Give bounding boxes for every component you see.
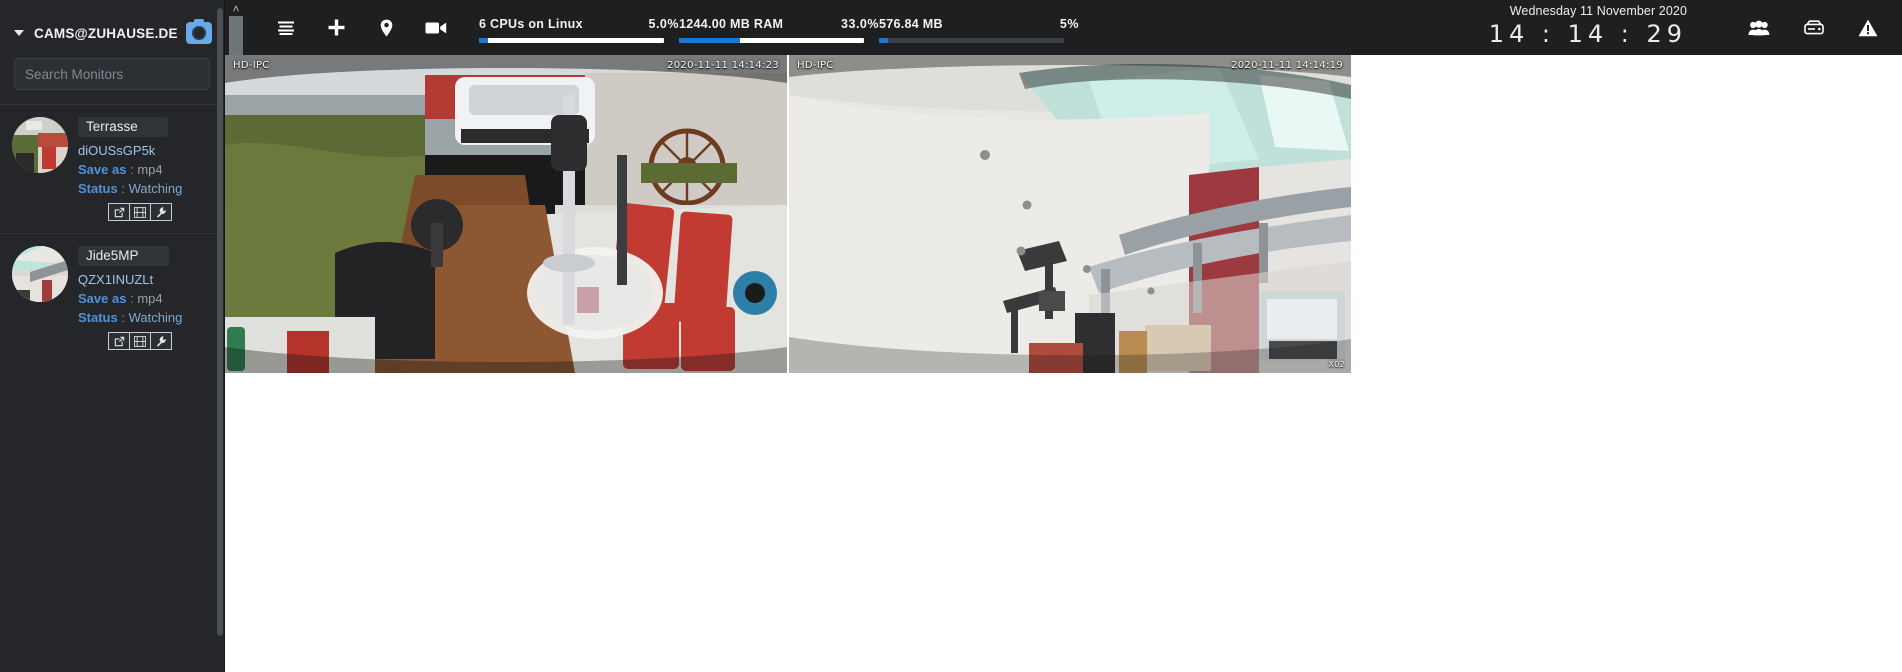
status-separator: : (121, 181, 125, 196)
hamburger-menu-icon[interactable] (261, 5, 311, 51)
hard-drive-icon[interactable] (1804, 20, 1824, 35)
camera-osd-timestamp: 2020-11-11 14:14:23 (667, 60, 779, 71)
camera-grid: HD-IPC 2020-11-11 14:14:23 HD-IPC 2020-1… (225, 55, 1902, 373)
system-stats: 6 CPUs on Linux 5.0% 1244.00 MB RAM 33.0… (479, 5, 1079, 51)
stat-cpu-percent: 5.0% (648, 16, 679, 31)
stat-ram-progress-fill (679, 37, 741, 43)
sidebar-scrollbar-thumb[interactable] (217, 8, 223, 636)
list-item[interactable]: Terrasse diOUSsGP5k Save as : mp4 Status… (0, 104, 224, 233)
film-strip-icon[interactable] (129, 203, 151, 221)
camera-osd-label: HD-IPC (797, 60, 834, 71)
video-camera-icon[interactable] (411, 5, 461, 51)
monitor-actions (78, 203, 214, 221)
stat-cpu-progress (479, 37, 664, 43)
stat-ram-progress (679, 37, 864, 43)
status-separator: : (121, 310, 125, 325)
status-line: Status : Watching (78, 308, 214, 327)
clock-time: 14 : 14 : 29 (1488, 20, 1687, 48)
main-empty-space (225, 373, 1902, 672)
monitor-title: Jide5MP (78, 246, 169, 266)
toolbar-icons (261, 5, 461, 51)
status-badge: Watching (128, 310, 183, 325)
stat-storage-label: 576.84 MB (879, 16, 943, 31)
save-as-separator: : (130, 162, 134, 177)
save-as-label: Save as (78, 162, 127, 177)
plus-icon[interactable] (311, 5, 361, 51)
monitor-id[interactable]: QZX1INUZLt (78, 270, 214, 289)
camera-feed-terrasse[interactable]: HD-IPC 2020-11-11 14:14:23 (225, 55, 787, 373)
stat-storage: 576.84 MB 5% (879, 5, 1079, 51)
status-line: Status : Watching (78, 179, 214, 198)
map-pin-icon[interactable] (361, 5, 411, 51)
list-item[interactable]: Jide5MP QZX1INUZLt Save as : mp4 Status … (0, 233, 224, 362)
open-in-new-window-icon[interactable] (108, 332, 130, 350)
camera-icon[interactable] (185, 19, 212, 44)
top-toolbar: ˄ 6 CPUs on Linux 5.0% 1244.00 MB RAM 33… (225, 0, 1902, 55)
save-as-value: mp4 (137, 291, 163, 306)
toolbar-right-icons (1748, 0, 1878, 55)
sidebar-header[interactable]: CAMS@ZUHAUSE.DE (0, 0, 224, 54)
monitor-actions (78, 332, 214, 350)
camera-osd-label: HD-IPC (233, 60, 270, 71)
status-label: Status (78, 181, 118, 196)
sidebar-scrollbar[interactable] (216, 8, 224, 664)
warning-triangle-icon[interactable] (1858, 19, 1878, 37)
clock-date: Wednesday 11 November 2020 (1509, 4, 1687, 18)
caret-down-icon[interactable] (14, 30, 24, 36)
stat-cpu-progress-fill (479, 37, 489, 43)
save-as-label: Save as (78, 291, 127, 306)
save-as-separator: : (130, 291, 134, 306)
stat-ram-percent: 33.0% (841, 16, 879, 31)
shinobi-dashboard: CAMS@ZUHAUSE.DE Search Monitors Terrasse… (0, 0, 1902, 672)
stat-storage-progress-fill (879, 37, 889, 43)
sidebar: CAMS@ZUHAUSE.DE Search Monitors Terrasse… (0, 0, 225, 672)
chevron-up-icon[interactable]: ˄ (232, 3, 239, 15)
camera-osd-corner-label: X02 (1328, 360, 1345, 369)
search-input[interactable] (14, 58, 210, 90)
status-label: Status (78, 310, 118, 325)
search-monitors-wrapper (0, 54, 224, 104)
users-group-icon[interactable] (1748, 20, 1770, 36)
stat-storage-progress (879, 37, 1064, 43)
avatar[interactable] (12, 246, 68, 302)
main-area: ˄ 6 CPUs on Linux 5.0% 1244.00 MB RAM 33… (225, 0, 1902, 672)
stat-ram: 1244.00 MB RAM 33.0% (679, 5, 879, 51)
monitor-info: Jide5MP QZX1INUZLt Save as : mp4 Status … (78, 246, 214, 350)
open-in-new-window-icon[interactable] (108, 203, 130, 221)
stat-storage-percent: 5% (1059, 16, 1079, 31)
camera-osd-timestamp: 2020-11-11 14:14:19 (1231, 60, 1343, 71)
film-strip-icon[interactable] (129, 332, 151, 350)
account-name: CAMS@ZUHAUSE.DE (34, 25, 178, 41)
wrench-icon[interactable] (150, 203, 172, 221)
status-badge: Watching (128, 181, 183, 196)
monitor-title: Terrasse (78, 117, 168, 137)
stat-ram-label: 1244.00 MB RAM (679, 16, 784, 31)
clock: Wednesday 11 November 2020 14 : 14 : 29 (1489, 4, 1687, 48)
sidebar-collapse-handle[interactable]: ˄ (225, 0, 247, 55)
save-as-line: Save as : mp4 (78, 160, 214, 179)
avatar[interactable] (12, 117, 68, 173)
camera-feed-jide5mp[interactable]: HD-IPC 2020-11-11 14:14:19 X02 (789, 55, 1351, 373)
camera-grid-empty-space (1351, 55, 1902, 373)
wrench-icon[interactable] (150, 332, 172, 350)
save-as-line: Save as : mp4 (78, 289, 214, 308)
monitor-info: Terrasse diOUSsGP5k Save as : mp4 Status… (78, 117, 214, 221)
stat-cpu: 6 CPUs on Linux 5.0% (479, 5, 679, 51)
stat-cpu-label: 6 CPUs on Linux (479, 16, 583, 31)
monitor-list: Terrasse diOUSsGP5k Save as : mp4 Status… (0, 104, 224, 362)
monitor-id[interactable]: diOUSsGP5k (78, 141, 214, 160)
save-as-value: mp4 (137, 162, 163, 177)
